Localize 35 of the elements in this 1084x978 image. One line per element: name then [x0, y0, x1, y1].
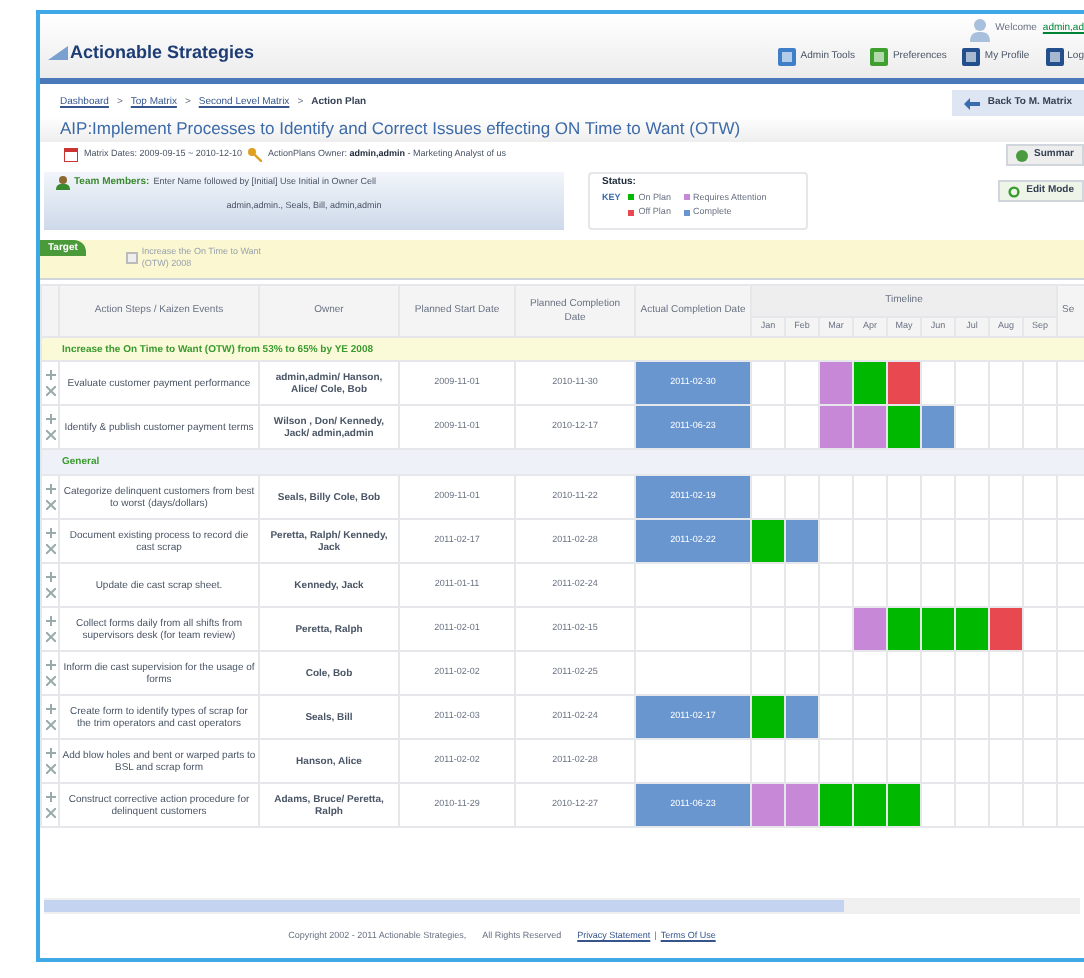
delete-icon[interactable] — [45, 588, 55, 598]
delete-icon[interactable] — [45, 764, 55, 774]
person-icon — [56, 176, 70, 191]
calendar-icon — [64, 148, 78, 162]
horizontal-scrollbar[interactable] — [44, 898, 1080, 914]
plus-icon[interactable] — [45, 792, 55, 802]
checkbox-icon — [125, 252, 138, 264]
key-icon — [247, 148, 262, 162]
back-arrow-icon — [963, 97, 980, 109]
delete-icon[interactable] — [45, 676, 55, 686]
logo-text: Actionable Strategies — [70, 39, 255, 66]
delete-icon[interactable] — [45, 720, 55, 730]
plus-icon[interactable] — [45, 572, 55, 582]
plus-icon[interactable] — [45, 484, 55, 494]
delete-icon[interactable] — [45, 808, 55, 818]
delete-icon[interactable] — [45, 430, 55, 440]
delete-icon[interactable] — [45, 632, 55, 642]
square-icon — [778, 48, 797, 66]
plus-icon[interactable] — [45, 748, 55, 758]
scrollbar-thumb[interactable] — [44, 900, 844, 912]
page-title: AIP:Implement Processes to Identify and Correct Issues effecting ON Time to Want (OTW) — [40, 116, 1084, 142]
square-icon — [870, 48, 889, 66]
plus-icon[interactable] — [45, 704, 55, 714]
logo-icon — [48, 45, 68, 60]
square-icon — [1045, 48, 1064, 66]
square-icon — [962, 48, 981, 66]
delete-icon[interactable] — [45, 386, 55, 396]
user-avatar-icon — [969, 18, 990, 42]
delete-icon[interactable] — [45, 500, 55, 510]
plus-icon[interactable] — [45, 528, 55, 538]
plus-icon[interactable] — [45, 414, 55, 424]
plus-icon[interactable] — [45, 660, 55, 670]
delete-icon[interactable] — [45, 544, 55, 554]
plus-icon[interactable] — [45, 370, 55, 380]
plus-icon[interactable] — [45, 616, 55, 626]
